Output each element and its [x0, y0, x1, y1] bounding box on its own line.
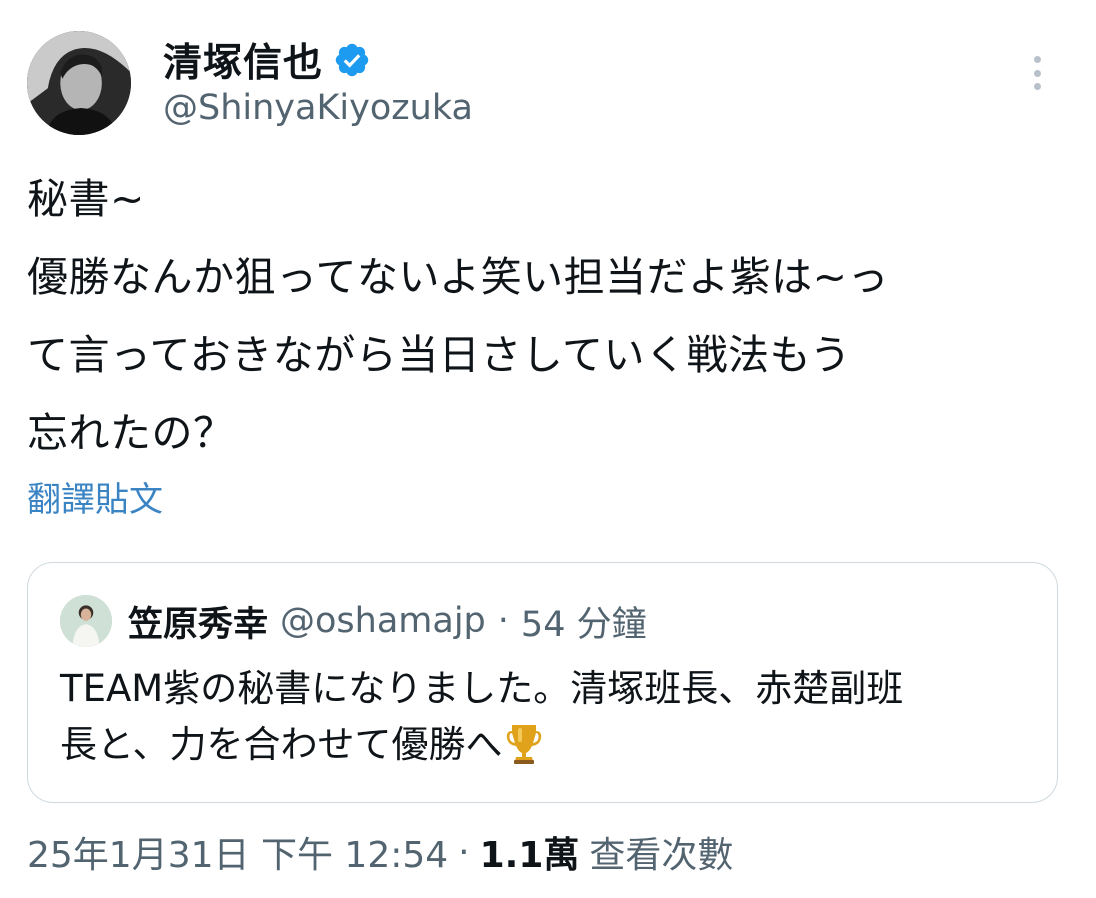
- author-display-name[interactable]: 清塚信也: [163, 32, 323, 88]
- translate-post-link[interactable]: 翻譯貼文: [27, 472, 163, 521]
- tweet-timestamp[interactable]: 25年1月31日 下午 12:54: [27, 826, 448, 878]
- quoted-author-name: 笠原秀幸: [128, 604, 269, 645]
- more-dot: [1033, 83, 1041, 90]
- quoted-line-with-emoji: 長と、力を合わせて優勝へ: [60, 717, 1040, 773]
- quoted-author-handle: @oshamajp: [280, 601, 486, 641]
- more-options-icon[interactable]: [1023, 52, 1051, 94]
- quoted-tweet-text: TEAM紫の秘書になりました。清塚班長、赤楚副班 長と、力を合わせて優勝へ: [60, 661, 1040, 773]
- trophy-icon: [505, 721, 543, 765]
- quoted-time: 54 分鐘: [520, 604, 647, 645]
- meta-separator: ·: [458, 831, 470, 873]
- tweet-line: 忘れたの？: [27, 409, 235, 457]
- quoted-tweet-header: 笠原秀幸 @oshamajp · 54 分鐘: [60, 594, 647, 648]
- tweet-meta: 25年1月31日 下午 12:54 · 1.1萬 查看次數: [27, 826, 733, 878]
- quoted-line: TEAM紫の秘書になりました。清塚班長、赤楚副班: [60, 667, 904, 710]
- tweet-line: 優勝なんか狙ってないよ笑い担当だよ紫は~っ: [27, 253, 889, 301]
- more-dot: [1033, 56, 1041, 63]
- author-avatar-photo: [27, 31, 131, 135]
- quoted-line: 長と、力を合わせて優勝へ: [60, 723, 503, 766]
- views-count: 1.1萬: [479, 835, 580, 876]
- tweet-line: て言っておきながら当日さしていく戦法もう: [27, 331, 852, 379]
- quoted-tweet-card[interactable]: 笠原秀幸 @oshamajp · 54 分鐘 TEAM紫の秘書になりました。清塚…: [27, 562, 1058, 803]
- tweet-line: 秘書~: [27, 175, 145, 223]
- author-handle[interactable]: @ShinyaKiyozuka: [163, 88, 473, 128]
- author-avatar[interactable]: [27, 31, 131, 135]
- tweet-text: 秘書~ 優勝なんか狙ってないよ笑い担当だよ紫は~っ て言っておきながら当日さして…: [27, 160, 1072, 472]
- quoted-author-avatar: [60, 595, 112, 647]
- more-dot: [1033, 69, 1041, 77]
- views-label: 查看次數: [589, 835, 734, 876]
- quoted-separator: ·: [497, 601, 509, 641]
- author-name-row: 清塚信也: [163, 32, 371, 88]
- verified-badge-icon[interactable]: [333, 41, 371, 79]
